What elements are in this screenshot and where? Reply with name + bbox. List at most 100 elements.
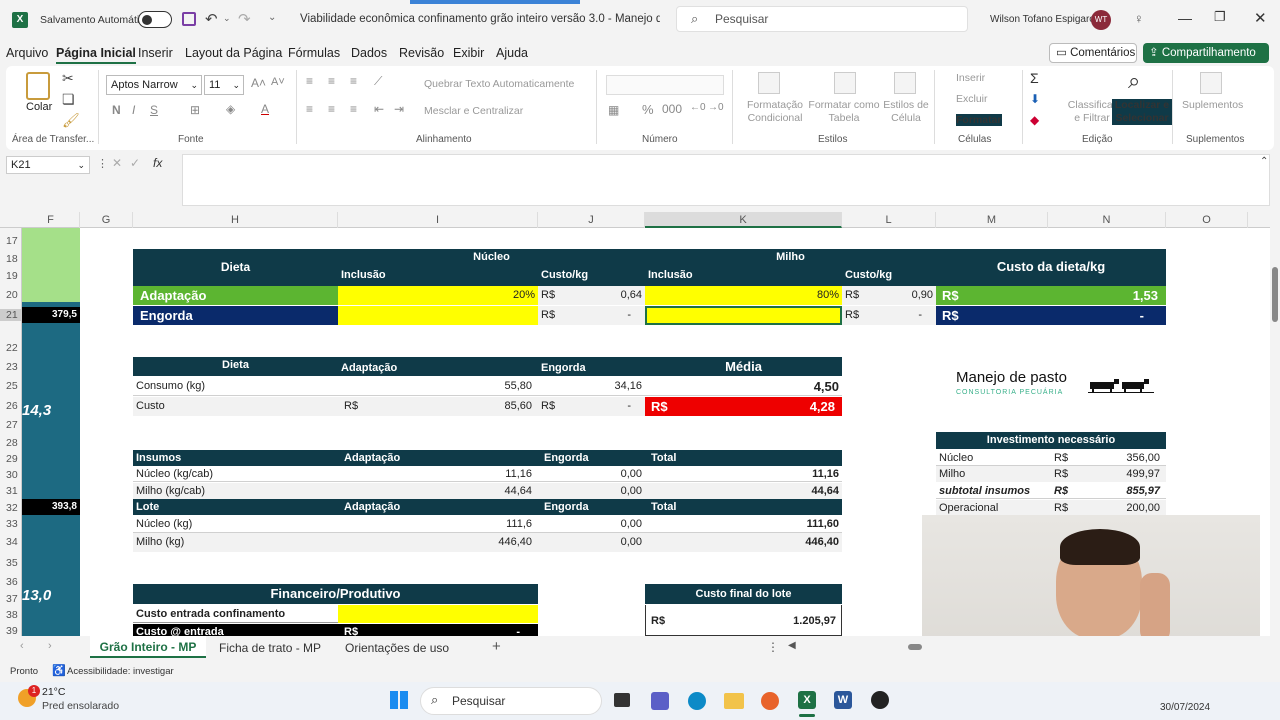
- custo-media-rs[interactable]: R$: [645, 397, 705, 416]
- accessibility-icon[interactable]: ♿: [52, 664, 66, 677]
- name-box[interactable]: K21 ⌄: [6, 156, 90, 174]
- save-icon[interactable]: [182, 12, 196, 26]
- clear-icon[interactable]: ◆: [1030, 113, 1039, 127]
- font-size-select[interactable]: 11 ⌄: [204, 75, 244, 95]
- insumo-row-adapt[interactable]: 44,64: [338, 483, 538, 499]
- inclusao2-header[interactable]: Inclusão: [645, 267, 842, 287]
- format-cells-button[interactable]: Formatar: [956, 114, 1002, 126]
- cut-icon[interactable]: ✂: [62, 70, 74, 87]
- obs-icon[interactable]: [871, 691, 889, 709]
- row-header[interactable]: 39: [0, 625, 22, 636]
- align-left-icon[interactable]: ≡: [306, 102, 313, 116]
- adaptacao-label[interactable]: Adaptação: [133, 286, 338, 305]
- milho-custo-engorda[interactable]: -: [882, 306, 936, 325]
- custo-dieta-header[interactable]: Custo da dieta/kg: [936, 249, 1166, 287]
- nucleo-custo-engorda[interactable]: -: [580, 306, 645, 325]
- row-header[interactable]: 27: [0, 419, 22, 431]
- invest-row-rs[interactable]: R$: [1048, 466, 1088, 482]
- row-header[interactable]: 18: [0, 253, 22, 265]
- menu-exibir[interactable]: Exibir: [453, 46, 484, 60]
- lote-engorda-header[interactable]: Engorda: [538, 499, 645, 515]
- format-table-icon[interactable]: [834, 72, 856, 94]
- custo-arroba-value[interactable]: -: [398, 624, 538, 636]
- format-table-button[interactable]: Formatar como Tabela: [804, 99, 884, 125]
- lote-row-label[interactable]: Milho (kg): [133, 533, 338, 552]
- f37-value[interactable]: 13,0: [22, 587, 51, 604]
- indent-icon[interactable]: ⇤: [374, 102, 384, 116]
- dieta-header[interactable]: Dieta: [133, 249, 338, 287]
- lote-header[interactable]: Lote: [133, 499, 338, 515]
- consumo-media[interactable]: 4,50: [645, 377, 842, 396]
- add-sheet-icon[interactable]: +: [492, 638, 501, 655]
- task-view-icon[interactable]: [614, 693, 630, 707]
- invest-row-label[interactable]: subtotal insumos: [936, 483, 1048, 499]
- firefox-icon[interactable]: [761, 692, 779, 710]
- scroll-left-icon[interactable]: ◀: [788, 640, 796, 651]
- currency-icon[interactable]: ▦: [608, 103, 619, 117]
- thousands-icon[interactable]: 000: [662, 102, 682, 116]
- row-header[interactable]: 30: [0, 469, 22, 481]
- windows-start-icon[interactable]: [390, 691, 408, 709]
- custo-engorda-rs[interactable]: R$: [538, 397, 580, 416]
- menu-inserir[interactable]: Inserir: [138, 46, 173, 60]
- row-header[interactable]: 31: [0, 485, 22, 497]
- lote-total-header[interactable]: Total: [645, 499, 842, 515]
- consumo-adapt-header[interactable]: Adaptação: [338, 357, 538, 376]
- lote-row-total[interactable]: 446,40: [645, 533, 842, 552]
- column-header[interactable]: H: [133, 212, 338, 228]
- invest-row-value[interactable]: 356,00: [1088, 450, 1166, 466]
- increase-font-icon[interactable]: A˄: [251, 76, 266, 90]
- horizontal-scrollbar[interactable]: [802, 644, 922, 652]
- insert-cells-button[interactable]: Inserir: [956, 72, 985, 84]
- nucleo-inclusao-adapt[interactable]: 20%: [338, 286, 538, 305]
- nucleo-custo-engorda-rs[interactable]: R$: [538, 306, 580, 325]
- format-painter-icon[interactable]: 🖌: [62, 112, 80, 129]
- column-header[interactable]: J: [538, 212, 645, 228]
- paste-label[interactable]: Colar: [26, 101, 52, 113]
- row-header[interactable]: 36: [0, 576, 22, 588]
- invest-header[interactable]: Investimento necessário: [936, 432, 1166, 449]
- conditional-format-icon[interactable]: [758, 72, 780, 94]
- insumos-header[interactable]: Insumos: [133, 450, 338, 466]
- row-header[interactable]: 25: [0, 380, 22, 392]
- row-header[interactable]: 21: [0, 309, 22, 321]
- custo-arroba-label[interactable]: Custo @ entrada: [133, 624, 338, 636]
- cell-styles-icon[interactable]: [894, 72, 916, 94]
- nucleo-inclusao-engorda[interactable]: [338, 306, 538, 325]
- dieta-engorda-rs[interactable]: R$: [936, 306, 996, 325]
- close-icon[interactable]: ✕: [1254, 9, 1267, 27]
- custo-engorda[interactable]: -: [580, 397, 645, 416]
- nucleo-header[interactable]: Núcleo: [338, 249, 645, 267]
- row-header[interactable]: 29: [0, 453, 22, 465]
- custo2-header[interactable]: Custo/kg: [842, 267, 936, 287]
- f21-value[interactable]: 379,5: [22, 307, 80, 323]
- undo-icon[interactable]: ↶: [205, 10, 218, 28]
- dieta-adapt-total[interactable]: 1,53: [996, 286, 1166, 305]
- menu-formulas[interactable]: Fórmulas: [288, 46, 340, 60]
- column-header[interactable]: I: [338, 212, 538, 228]
- paste-icon[interactable]: [26, 72, 50, 100]
- row-header[interactable]: 19: [0, 270, 22, 282]
- row-header[interactable]: 37: [0, 593, 22, 605]
- milho-custo-engorda-rs[interactable]: R$: [842, 306, 882, 325]
- row-header[interactable]: 34: [0, 536, 22, 548]
- lote-row-adapt[interactable]: 111,6: [338, 515, 538, 533]
- row-header[interactable]: 20: [0, 289, 22, 301]
- invest-row-rs[interactable]: R$: [1048, 500, 1088, 516]
- consumo-label[interactable]: Consumo (kg): [133, 377, 338, 396]
- f32-value[interactable]: 393,8: [22, 499, 80, 515]
- addins-button[interactable]: Suplementos: [1182, 99, 1243, 111]
- search-box[interactable]: ⌕ Pesquisar: [676, 6, 968, 32]
- next-sheet-icon[interactable]: ›: [48, 640, 52, 652]
- menu-layout[interactable]: Layout da Página: [185, 46, 282, 60]
- insumos-engorda-header[interactable]: Engorda: [538, 450, 645, 466]
- row-header[interactable]: 23: [0, 361, 22, 373]
- column-header[interactable]: F: [22, 212, 80, 228]
- redo-icon[interactable]: ↷: [238, 10, 251, 28]
- custo1-header[interactable]: Custo/kg: [538, 267, 645, 287]
- invest-row-value[interactable]: 200,00: [1088, 500, 1166, 516]
- custo-adapt-rs[interactable]: R$: [338, 397, 398, 416]
- menu-dados[interactable]: Dados: [351, 46, 387, 60]
- taskbar-search[interactable]: ⌕ Pesquisar: [420, 687, 602, 715]
- merge-center-button[interactable]: Mesclar e Centralizar: [424, 105, 523, 117]
